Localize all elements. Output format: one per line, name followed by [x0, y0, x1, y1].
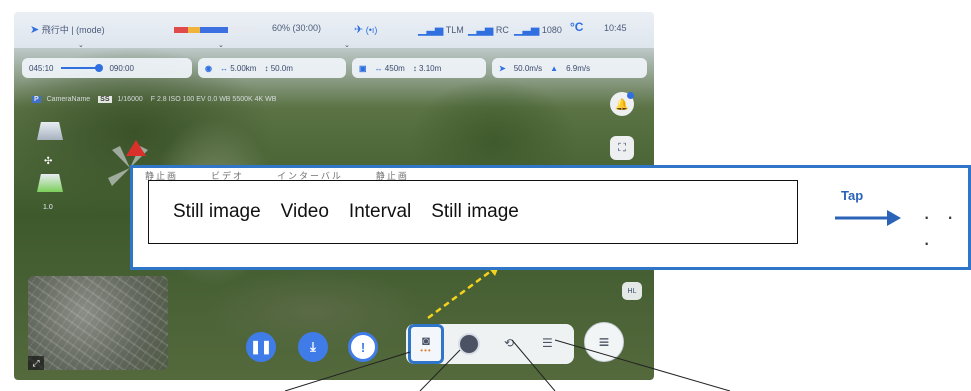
leader-line: [284, 351, 411, 391]
leader-line: [554, 339, 731, 391]
leader-line: [511, 339, 556, 391]
leader-lines: [284, 339, 731, 391]
leader-line: [419, 349, 461, 391]
figure-canvas: ➤ 飛行中 | (mode) 60% (30:00) ✈ (•ı) ▁▃▅ TL…: [0, 0, 971, 391]
